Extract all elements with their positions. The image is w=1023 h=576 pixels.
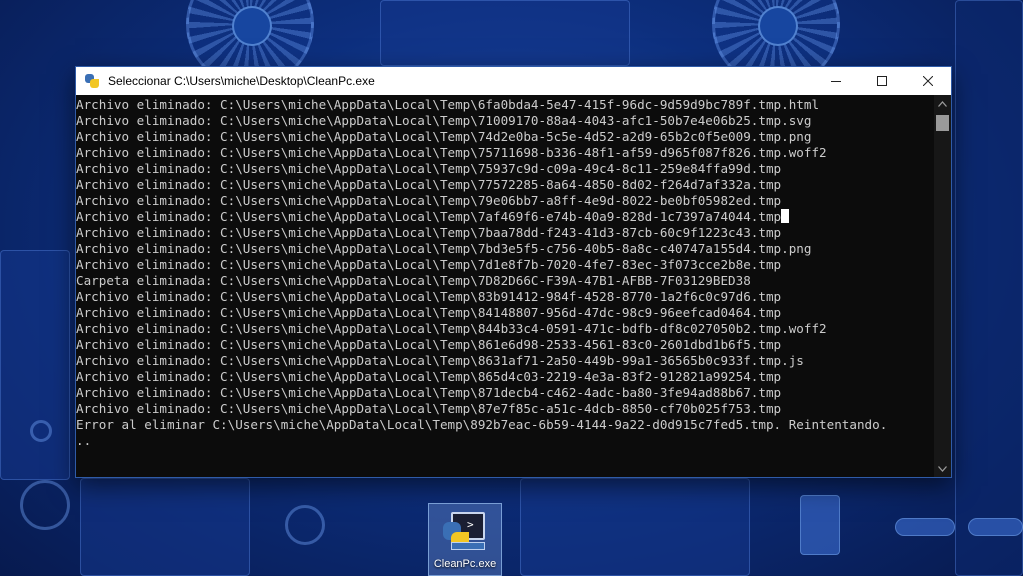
chevron-down-icon [938,465,947,472]
wallpaper-panel [0,250,70,480]
console-line: Archivo eliminado: C:\Users\miche\AppDat… [76,97,820,112]
close-button[interactable] [905,67,951,95]
scroll-up-button[interactable] [934,95,951,112]
console-output[interactable]: Archivo eliminado: C:\Users\miche\AppDat… [76,97,934,475]
python-app-icon [84,73,100,89]
window-title: Seleccionar C:\Users\miche\Desktop\Clean… [108,74,375,88]
wallpaper-panel [80,478,250,576]
console-line: Archivo eliminado: C:\Users\miche\AppDat… [76,209,934,225]
close-icon [923,76,933,86]
console-line: Archivo eliminado: C:\Users\miche\AppDat… [76,257,782,272]
console-line: Archivo eliminado: C:\Users\miche\AppDat… [76,129,812,144]
console-line: Archivo eliminado: C:\Users\miche\AppDat… [76,305,782,320]
console-line: .. [76,433,92,448]
wallpaper-component [800,495,840,555]
wallpaper-ring [285,505,325,545]
scrollbar-thumb[interactable] [936,115,949,131]
console-line: Error al eliminar C:\Users\miche\AppData… [76,417,888,432]
text-cursor [781,209,790,223]
wallpaper-panel [520,478,750,576]
desktop-icon-cleanpc[interactable]: > CleanPc.exe [428,503,502,576]
scroll-down-button[interactable] [934,460,951,477]
console-window[interactable]: Seleccionar C:\Users\miche\Desktop\Clean… [75,66,952,478]
console-line: Archivo eliminado: C:\Users\miche\AppDat… [76,337,782,352]
window-titlebar[interactable]: Seleccionar C:\Users\miche\Desktop\Clean… [76,67,951,95]
wallpaper-component [968,518,1023,536]
minimize-button[interactable] [813,67,859,95]
console-line: Archivo eliminado: C:\Users\miche\AppDat… [76,385,782,400]
console-content[interactable]: Archivo eliminado: C:\Users\miche\AppDat… [76,95,951,477]
maximize-icon [877,76,887,86]
console-line: Archivo eliminado: C:\Users\miche\AppDat… [76,369,782,384]
console-line: Archivo eliminado: C:\Users\miche\AppDat… [76,353,804,368]
console-line: Archivo eliminado: C:\Users\miche\AppDat… [76,321,827,336]
console-line: Archivo eliminado: C:\Users\miche\AppDat… [76,113,812,128]
desktop-icon-label: CleanPc.exe [433,558,497,570]
console-line: Archivo eliminado: C:\Users\miche\AppDat… [76,225,782,240]
wallpaper-panel [380,0,630,66]
console-line: Archivo eliminado: C:\Users\miche\AppDat… [76,177,782,192]
console-line: Archivo eliminado: C:\Users\miche\AppDat… [76,145,827,160]
console-line: Archivo eliminado: C:\Users\miche\AppDat… [76,401,782,416]
python-file-icon: > [441,508,489,554]
vertical-scrollbar[interactable] [934,95,951,477]
wallpaper-panel [955,0,1023,576]
minimize-icon [831,81,841,82]
console-line: Archivo eliminado: C:\Users\miche\AppDat… [76,289,782,304]
chevron-up-icon [938,100,947,107]
console-line: Archivo eliminado: C:\Users\miche\AppDat… [76,193,782,208]
wallpaper-component [895,518,955,536]
console-line: Carpeta eliminada: C:\Users\miche\AppDat… [76,273,751,288]
wallpaper-ring [30,420,52,442]
console-line: Archivo eliminado: C:\Users\miche\AppDat… [76,161,782,176]
console-line: Archivo eliminado: C:\Users\miche\AppDat… [76,241,812,256]
wallpaper-ring [20,480,70,530]
maximize-button[interactable] [859,67,905,95]
